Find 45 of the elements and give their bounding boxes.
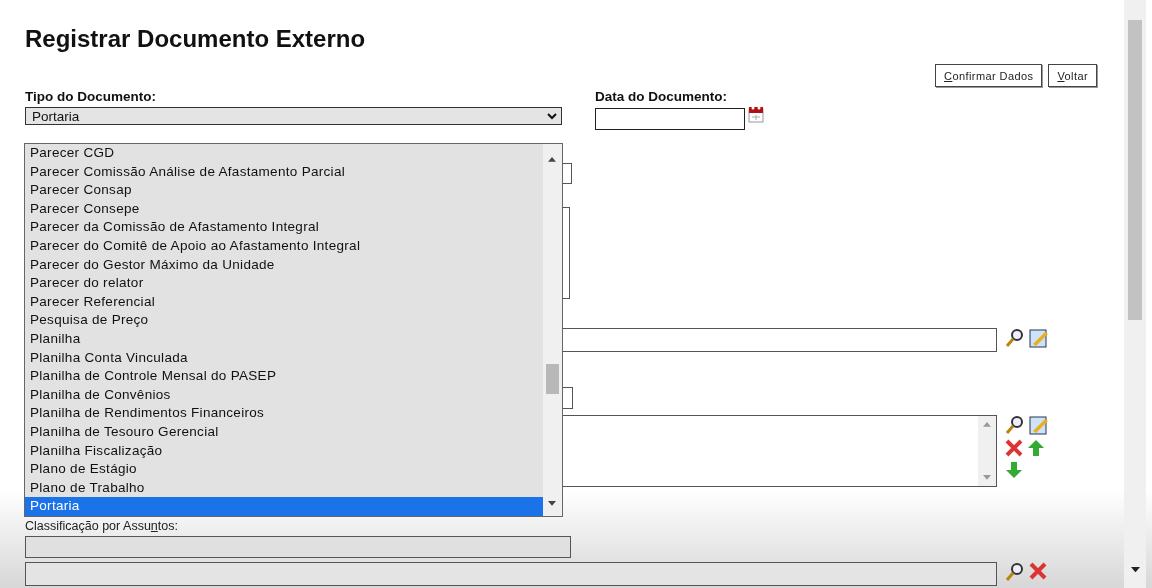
dropdown-option[interactable]: Parecer Referencial [25, 292, 543, 312]
dropdown-option[interactable]: Planilha Fiscalização [25, 441, 543, 461]
date-field[interactable] [595, 108, 745, 130]
dropdown-option[interactable]: Portaria [25, 497, 543, 516]
dropdown-option[interactable]: Parecer da Comissão de Afastamento Integral [25, 218, 543, 237]
list-box[interactable] [25, 562, 997, 586]
field-label: Tipo do Documento: [25, 89, 157, 105]
dropdown-option[interactable]: Parecer Consepe [25, 199, 543, 219]
remove-icon[interactable] [1029, 562, 1047, 580]
scrollbar-thumb[interactable] [546, 364, 559, 394]
scroll-down-icon[interactable] [1131, 566, 1140, 572]
search-icon[interactable] [1005, 328, 1025, 348]
scrollbar-thumb[interactable] [1128, 20, 1142, 320]
dropdown-option[interactable]: Planilha de Convênios [25, 385, 543, 405]
field-label: Classificação por Assuntos: [25, 518, 178, 534]
dropdown-option[interactable]: Planilha de Controle Mensal do PASEP [25, 367, 543, 386]
scroll-down-icon[interactable] [548, 501, 556, 506]
dropdown-option[interactable]: Parecer Consap [25, 181, 543, 200]
chevron-icon [547, 112, 557, 120]
dropdown-option[interactable]: Parecer CGD [25, 144, 543, 163]
dropdown-option[interactable]: Parecer do Gestor Máximo da Unidade [25, 255, 543, 275]
back-button[interactable]: Voltar [1048, 64, 1097, 87]
list-scrollbar[interactable] [543, 144, 562, 516]
dropdown-option[interactable]: Pesquisa de Preço [25, 311, 543, 330]
field-label: Data do Documento: [595, 89, 728, 105]
up-arrow-icon[interactable] [1027, 439, 1045, 457]
dropdown-option[interactable]: Planilha de Tesouro Gerencial [25, 422, 543, 442]
search-icon[interactable] [1005, 415, 1025, 435]
page-title: Registrar Documento Externo [25, 26, 366, 52]
dropdown-option[interactable]: Planilha Conta Vinculada [25, 348, 543, 368]
dropdown-option[interactable]: Planilha [25, 329, 543, 349]
document-type-select[interactable]: Portaria [25, 107, 562, 125]
dropdown-option[interactable]: Plano de Estágio [25, 460, 543, 479]
input-field[interactable] [25, 536, 571, 558]
dropdown-option[interactable]: Parecer do relator [25, 274, 543, 293]
dropdown-option[interactable]: Planilha de Rendimentos Financeiros [25, 404, 543, 423]
dropdown-option[interactable]: Plano de Trabalho [25, 478, 543, 498]
calendar-icon[interactable] [748, 105, 764, 123]
down-arrow-icon[interactable] [1005, 461, 1023, 479]
dropdown-option[interactable]: Parecer Comissão Análise de Afastamento Parcial [25, 162, 543, 182]
remove-icon[interactable] [1005, 439, 1023, 457]
confirm-button[interactable]: Confirmar Dados [935, 64, 1043, 87]
search-icon[interactable] [1005, 562, 1025, 582]
page-scrollbar[interactable] [1124, 0, 1146, 588]
dropdown-option[interactable]: Parecer do Comitê de Apoio ao Afastamento Integral [25, 236, 543, 256]
